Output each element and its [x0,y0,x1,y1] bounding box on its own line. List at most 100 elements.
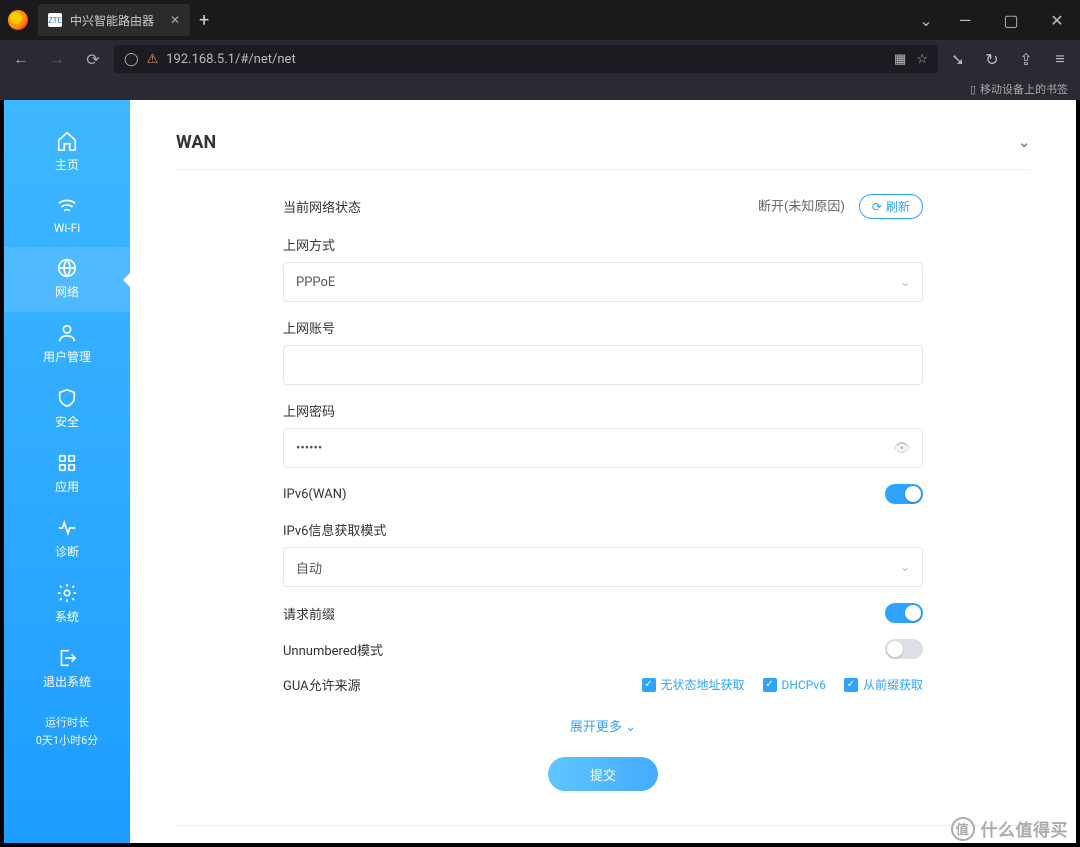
submit-button[interactable]: 提交 [548,757,658,791]
nav-forward-icon[interactable]: → [42,44,72,74]
network-status-row: 当前网络状态 断开(未知原因) ⟳ 刷新 [283,194,923,219]
sidebar-item-users[interactable]: 用户管理 [4,312,130,377]
sidebar-item-home[interactable]: 主页 [4,120,130,185]
sidebar-item-label: 用户管理 [43,348,91,365]
sidebar-item-security[interactable]: 安全 [4,377,130,442]
window-minimize-icon[interactable]: — [942,4,988,36]
gua-check-stateless[interactable]: ✓ 无状态地址获取 [642,676,745,693]
sidebar-item-diagnostics[interactable]: 诊断 [4,507,130,572]
sidebar: 主页 Wi-Fi 网络 用户管理 安全 应用 诊断 系统 [4,100,130,843]
chevron-down-icon: ⌄ [900,275,910,289]
chevron-down-icon: ⌄ [900,560,910,574]
app-menu-icon[interactable]: ≡ [1046,45,1074,73]
gua-row: GUA允许来源 ✓ 无状态地址获取 ✓ DHCPv6 ✓ 从前缀获取 [283,675,923,694]
router-app: 主页 Wi-Fi 网络 用户管理 安全 应用 诊断 系统 [4,100,1076,843]
ipv6-wan-row: IPv6(WAN) [283,484,923,504]
sidebar-item-system[interactable]: 系统 [4,572,130,637]
connection-method-select[interactable]: PPPoE ⌄ [283,262,923,302]
url-text: 192.168.5.1/#/net/net [166,52,295,67]
shield-icon [56,387,78,409]
prefix-label: 请求前缀 [283,604,335,623]
checkbox-icon: ✓ [642,678,656,692]
ipv6-mode-row: IPv6信息获取模式 自动 ⌄ [283,520,923,587]
prefix-row: 请求前缀 [283,603,923,623]
ipv6-mode-label: IPv6信息获取模式 [283,520,923,539]
wan-form: 当前网络状态 断开(未知原因) ⟳ 刷新 上网方式 PPPoE ⌄ 上网账号 [283,194,923,791]
nav-reload-icon[interactable]: ⟳ [78,44,108,74]
eye-icon[interactable]: 👁 [893,441,910,456]
address-field[interactable]: ◯ ⚠ 192.168.5.1/#/net/net ▦ ☆ [114,45,938,73]
window-maximize-icon[interactable]: ▢ [988,4,1034,36]
browser-tab[interactable]: ZTE 中兴智能路由器 ✕ [38,4,190,36]
status-label: 当前网络状态 [283,197,361,216]
uptime-value: 0天1小时6分 [36,732,99,750]
sidebar-item-label: 退出系统 [43,673,91,690]
tabs-dropdown-icon[interactable]: ⌄ [910,4,942,36]
sidebar-item-wifi[interactable]: Wi-Fi [4,185,130,247]
mobile-bookmarks-hint[interactable]: ▯ 移动设备上的书签 [0,78,1080,100]
tab-close-icon[interactable]: ✕ [170,13,180,27]
nav-back-icon[interactable]: ← [6,44,36,74]
shield-icon: ◯ [124,52,139,67]
library-icon[interactable]: ⇪ [1012,45,1040,73]
gear-icon [56,582,78,604]
status-value: 断开(未知原因) [758,200,845,215]
sidebar-item-label: 应用 [55,478,79,495]
chevron-down-icon: ⌄ [625,720,636,735]
expand-more-button[interactable]: 展开更多 ⌄ [283,716,923,735]
ipv6-mode-select[interactable]: 自动 ⌄ [283,547,923,587]
sidebar-item-logout[interactable]: 退出系统 [4,637,130,702]
unnumbered-row: Unnumbered模式 [283,639,923,659]
wifi-icon [56,195,78,217]
gua-label: GUA允许来源 [283,675,361,694]
globe-icon [56,257,78,279]
tab-favicon: ZTE [48,13,62,27]
method-label: 上网方式 [283,235,923,254]
firefox-icon [8,10,28,30]
ipv6-wan-toggle[interactable] [885,484,923,504]
account-icon[interactable]: ↻ [978,45,1006,73]
unnumbered-label: Unnumbered模式 [283,640,383,659]
password-label: 上网密码 [283,401,923,420]
window-controls: ⌄ — ▢ ✕ [910,4,1080,36]
watermark-icon: 值 [951,817,975,841]
logout-icon [56,647,78,669]
new-tab-button[interactable]: + [190,10,218,31]
uptime-label: 运行时长 [36,714,99,732]
connection-method-row: 上网方式 PPPoE ⌄ [283,235,923,302]
sidebar-item-network[interactable]: 网络 [4,247,130,312]
home-icon [56,130,78,152]
gua-check-prefix[interactable]: ✓ 从前缀获取 [844,676,923,693]
device-icon: ▯ [970,83,976,96]
gua-check-dhcpv6[interactable]: ✓ DHCPv6 [763,678,826,692]
account-input[interactable] [283,345,923,385]
refresh-button[interactable]: ⟳ 刷新 [859,194,923,219]
sidebar-item-apps[interactable]: 应用 [4,442,130,507]
sidebar-item-label: 安全 [55,413,79,430]
prefix-toggle[interactable] [885,603,923,623]
browser-titlebar: ZTE 中兴智能路由器 ✕ + ⌄ — ▢ ✕ [0,0,1080,40]
uptime-display: 运行时长 0天1小时6分 [36,714,99,749]
watermark: 值 什么值得买 [951,816,1069,841]
unnumbered-toggle[interactable] [885,639,923,659]
save-pocket-icon[interactable]: ➘ [944,45,972,73]
url-bar: ← → ⟳ ◯ ⚠ 192.168.5.1/#/net/net ▦ ☆ ➘ ↻ … [0,40,1080,78]
tab-title: 中兴智能路由器 [70,12,154,29]
password-input[interactable]: 👁 [283,428,923,468]
password-row: 上网密码 👁 [283,401,923,468]
main-content: WAN ⌄ 当前网络状态 断开(未知原因) ⟳ 刷新 上网方式 PPPoE ⌄ [130,100,1076,843]
bookmark-star-icon[interactable]: ☆ [916,52,928,67]
wan-section-title[interactable]: WAN ⌄ [176,100,1030,170]
user-icon [56,322,78,344]
account-row: 上网账号 [283,318,923,385]
window-close-icon[interactable]: ✕ [1034,4,1080,36]
sidebar-item-label: 网络 [55,283,79,300]
qr-icon[interactable]: ▦ [894,52,906,67]
refresh-icon: ⟳ [872,200,882,214]
sidebar-item-label: Wi-Fi [54,221,80,235]
checkbox-icon: ✓ [763,678,777,692]
chevron-down-icon: ⌄ [1018,135,1030,151]
mac-clone-section[interactable]: MAC地址克隆 › [176,825,1030,843]
sidebar-item-label: 主页 [55,156,79,173]
ipv6-wan-label: IPv6(WAN) [283,487,347,502]
